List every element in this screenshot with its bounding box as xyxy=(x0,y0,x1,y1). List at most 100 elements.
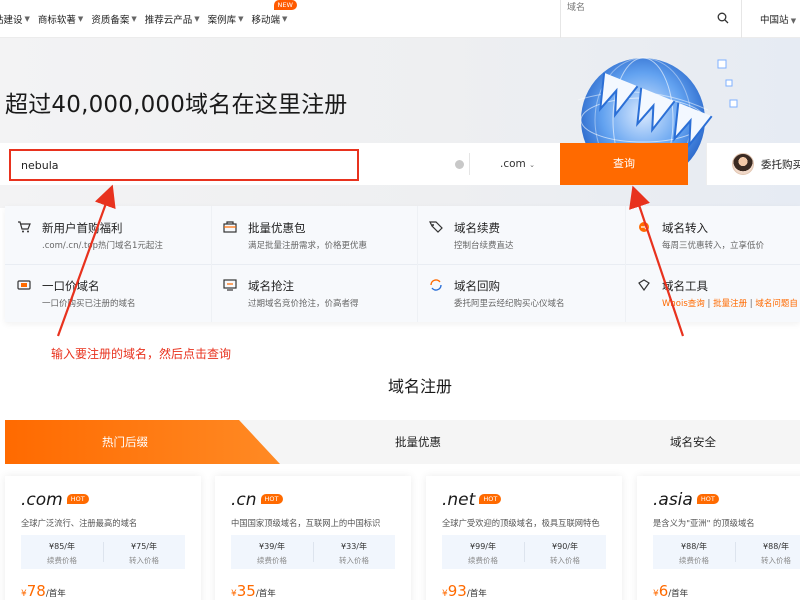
price-box: ¥85/年 续费价格 ¥75/年转入价格 xyxy=(21,535,185,569)
suffix-dropdown[interactable]: .com ⌄ xyxy=(500,158,535,170)
card-suffix: .com HOT xyxy=(21,490,89,510)
chevron-down-icon: ▼ xyxy=(24,15,30,23)
tab-bulk-discount[interactable]: 批量优惠 xyxy=(395,434,441,450)
price-value: ¥90/年 xyxy=(552,542,578,551)
service-domain-tools[interactable]: 域名工具 Whois查询 | 批量注册 | 域名问题自 xyxy=(625,264,800,322)
nav-items: 站建设▼ 商标软著▼ 资质备案▼ 推荐云产品▼ 案例库▼ 移动端▼NEW xyxy=(0,0,297,38)
service-backorder[interactable]: 域名抢注 过期域名竞价抢注，价高者得 xyxy=(211,264,417,322)
nav-item-cloud-products[interactable]: 推荐云产品 ▼ xyxy=(145,12,200,26)
services-grid: 新用户首购福利 .com/.cn/.top热门域名1元起注 批量优惠包 满足批量… xyxy=(5,206,800,322)
divider xyxy=(469,153,470,175)
annotation-text: 输入要注册的域名，然后点击查询 xyxy=(51,347,232,361)
section-title: 域名注册 xyxy=(387,377,452,396)
domain-card-cn[interactable]: .cn HOT 中国国家顶级域名，互联网上的中国标识 ¥39/年 续费价格 ¥33/… xyxy=(215,476,411,600)
price-number: 6 xyxy=(658,582,669,600)
whois-link[interactable]: Whois查询 xyxy=(662,299,705,309)
nav-label: 案例库 xyxy=(207,15,237,26)
service-fixed-price[interactable]: 一口价域名 一口价购买已注册的域名 xyxy=(5,264,211,322)
nav-item-trademark[interactable]: 商标软著 ▼ xyxy=(38,12,83,26)
hot-badge: HOT xyxy=(260,494,283,504)
tag-icon xyxy=(429,221,443,233)
first-year-price: ¥93/首年 xyxy=(442,582,487,600)
price-label: 转入价格 xyxy=(550,556,580,565)
transfer-icon xyxy=(639,222,649,232)
price-box: ¥88/年 续费价格 ¥88/年 转入价格 xyxy=(653,535,800,569)
clear-icon[interactable] xyxy=(455,160,464,169)
card-desc: 全球广泛流行、注册最高的域名 xyxy=(21,518,138,528)
service-new-user-welfare[interactable]: 新用户首购福利 .com/.cn/.top热门域名1元起注 xyxy=(5,206,211,264)
price-number: 78 xyxy=(26,582,46,600)
service-title: 域名转入 xyxy=(662,221,708,235)
nav-label: 资质备案 xyxy=(91,15,130,26)
nav-item-cases[interactable]: 案例库 ▼ xyxy=(208,12,244,26)
transfer-price: ¥88/年 转入价格 xyxy=(735,541,800,566)
hot-badge: HOT xyxy=(66,494,89,504)
package-icon xyxy=(223,221,237,233)
chevron-down-icon: ▼ xyxy=(788,17,797,25)
nav-item-mobile[interactable]: 移动端 ▼ NEW xyxy=(252,0,297,26)
service-desc: Whois查询 | 批量注册 | 域名问题自 xyxy=(662,299,798,309)
tab-domain-security[interactable]: 域名安全 xyxy=(670,434,716,450)
region-selector[interactable]: 中国站 ▼ xyxy=(760,12,796,26)
query-button[interactable]: 查询 xyxy=(560,143,688,185)
first-year-price: ¥6/首年 xyxy=(653,582,688,600)
transfer-price: ¥33/年 转入价格 xyxy=(313,541,395,566)
nav-label: 推荐云产品 xyxy=(144,15,193,26)
cart-icon xyxy=(18,221,31,233)
nav-label: 站建设 xyxy=(0,15,23,26)
price-value: ¥39/年 xyxy=(259,542,285,551)
service-title: 批量优惠包 xyxy=(248,221,306,235)
domain-card-asia[interactable]: .asia HOT 是含义为"亚洲" 的顶级域名 ¥88/年 续费价格 ¥88/年转… xyxy=(637,476,800,600)
service-domain-transfer[interactable]: 域名转入 每周三优惠转入，立享低价 xyxy=(625,206,800,264)
price-unit: /首年 xyxy=(255,589,276,599)
card-desc: 全球广受欢迎的顶级域名，极具互联网特色 xyxy=(442,518,600,528)
price-box: ¥99/年续费价格 ¥90/年转入价格 xyxy=(442,535,606,569)
chevron-down-icon: ⌄ xyxy=(529,161,535,169)
price-label: 续费价格 xyxy=(468,556,498,565)
domain-faq-link[interactable]: 域名问题自 xyxy=(755,299,798,309)
price-value: ¥75/年 xyxy=(131,542,157,551)
transfer-price: ¥90/年转入价格 xyxy=(524,541,606,566)
service-title: 域名回购 xyxy=(454,279,500,293)
suffix-text: .net xyxy=(442,490,476,510)
nav-label: 商标软著 xyxy=(37,15,76,26)
suffix-text: .com xyxy=(21,490,63,510)
price-label: 续费价格 xyxy=(257,556,287,565)
price-tag-icon xyxy=(17,280,31,290)
suffix-label: .com xyxy=(500,158,526,170)
region-label: 中国站 xyxy=(760,15,789,26)
search-icon[interactable] xyxy=(717,12,729,24)
nav-item-qualification[interactable]: 资质备案 ▼ xyxy=(91,12,136,26)
service-desc: 每周三优惠转入，立享低价 xyxy=(662,241,765,251)
price-value: ¥99/年 xyxy=(470,542,496,551)
first-year-price: ¥78/首年 xyxy=(21,582,66,600)
tab-hot-suffix[interactable]: 热门后缀 xyxy=(102,434,148,450)
suffix-text: .cn xyxy=(231,490,257,510)
card-suffix: .cn HOT xyxy=(231,490,283,510)
renew-price: ¥85/年 续费价格 xyxy=(21,541,103,566)
domain-search-input[interactable] xyxy=(9,149,359,181)
renew-price: ¥99/年续费价格 xyxy=(442,541,524,566)
suffix-text: .asia xyxy=(653,490,693,510)
price-number: 93 xyxy=(447,582,467,600)
new-badge: NEW xyxy=(273,0,297,10)
price-box: ¥39/年续费价格 ¥33/年 转入价格 xyxy=(231,535,395,569)
card-desc: 是含义为"亚洲" 的顶级域名 xyxy=(653,518,755,528)
service-desc: 过期域名竞价抢注，价高者得 xyxy=(248,299,359,309)
price-value: ¥85/年 xyxy=(49,542,75,551)
domain-card-net[interactable]: .net HOT 全球广受欢迎的顶级域名，极具互联网特色 ¥99/年 续费价格 ¥9… xyxy=(426,476,622,600)
nav-search-input[interactable] xyxy=(561,0,711,14)
service-domain-renewal[interactable]: 域名续费 控制台续费直达 xyxy=(417,206,623,264)
price-value: ¥33/年 xyxy=(341,542,367,551)
service-bulk-package[interactable]: 批量优惠包 满足批量注册需求，价格更优惠 xyxy=(211,206,417,264)
nav-item-site-building[interactable]: 站建设▼ xyxy=(0,12,30,26)
price-number: 35 xyxy=(236,582,256,600)
chevron-down-icon: ▼ xyxy=(131,15,137,23)
service-title: 域名续费 xyxy=(454,221,500,235)
service-buyback[interactable]: 域名回购 委托阿里云经纪购买心仪域名 xyxy=(417,264,623,322)
entrusted-purchase[interactable]: 委托购买 xyxy=(706,143,800,185)
price-label: 转入价格 xyxy=(129,556,159,565)
domain-card-com[interactable]: .com HOT 全球广泛流行、注册最高的域名 ¥85/年 续费价格 ¥75/年转入… xyxy=(5,476,201,600)
domain-search-bar: .com ⌄ 查询 委托购买 xyxy=(0,143,800,185)
bulk-register-link[interactable]: 批量注册 xyxy=(713,299,747,309)
